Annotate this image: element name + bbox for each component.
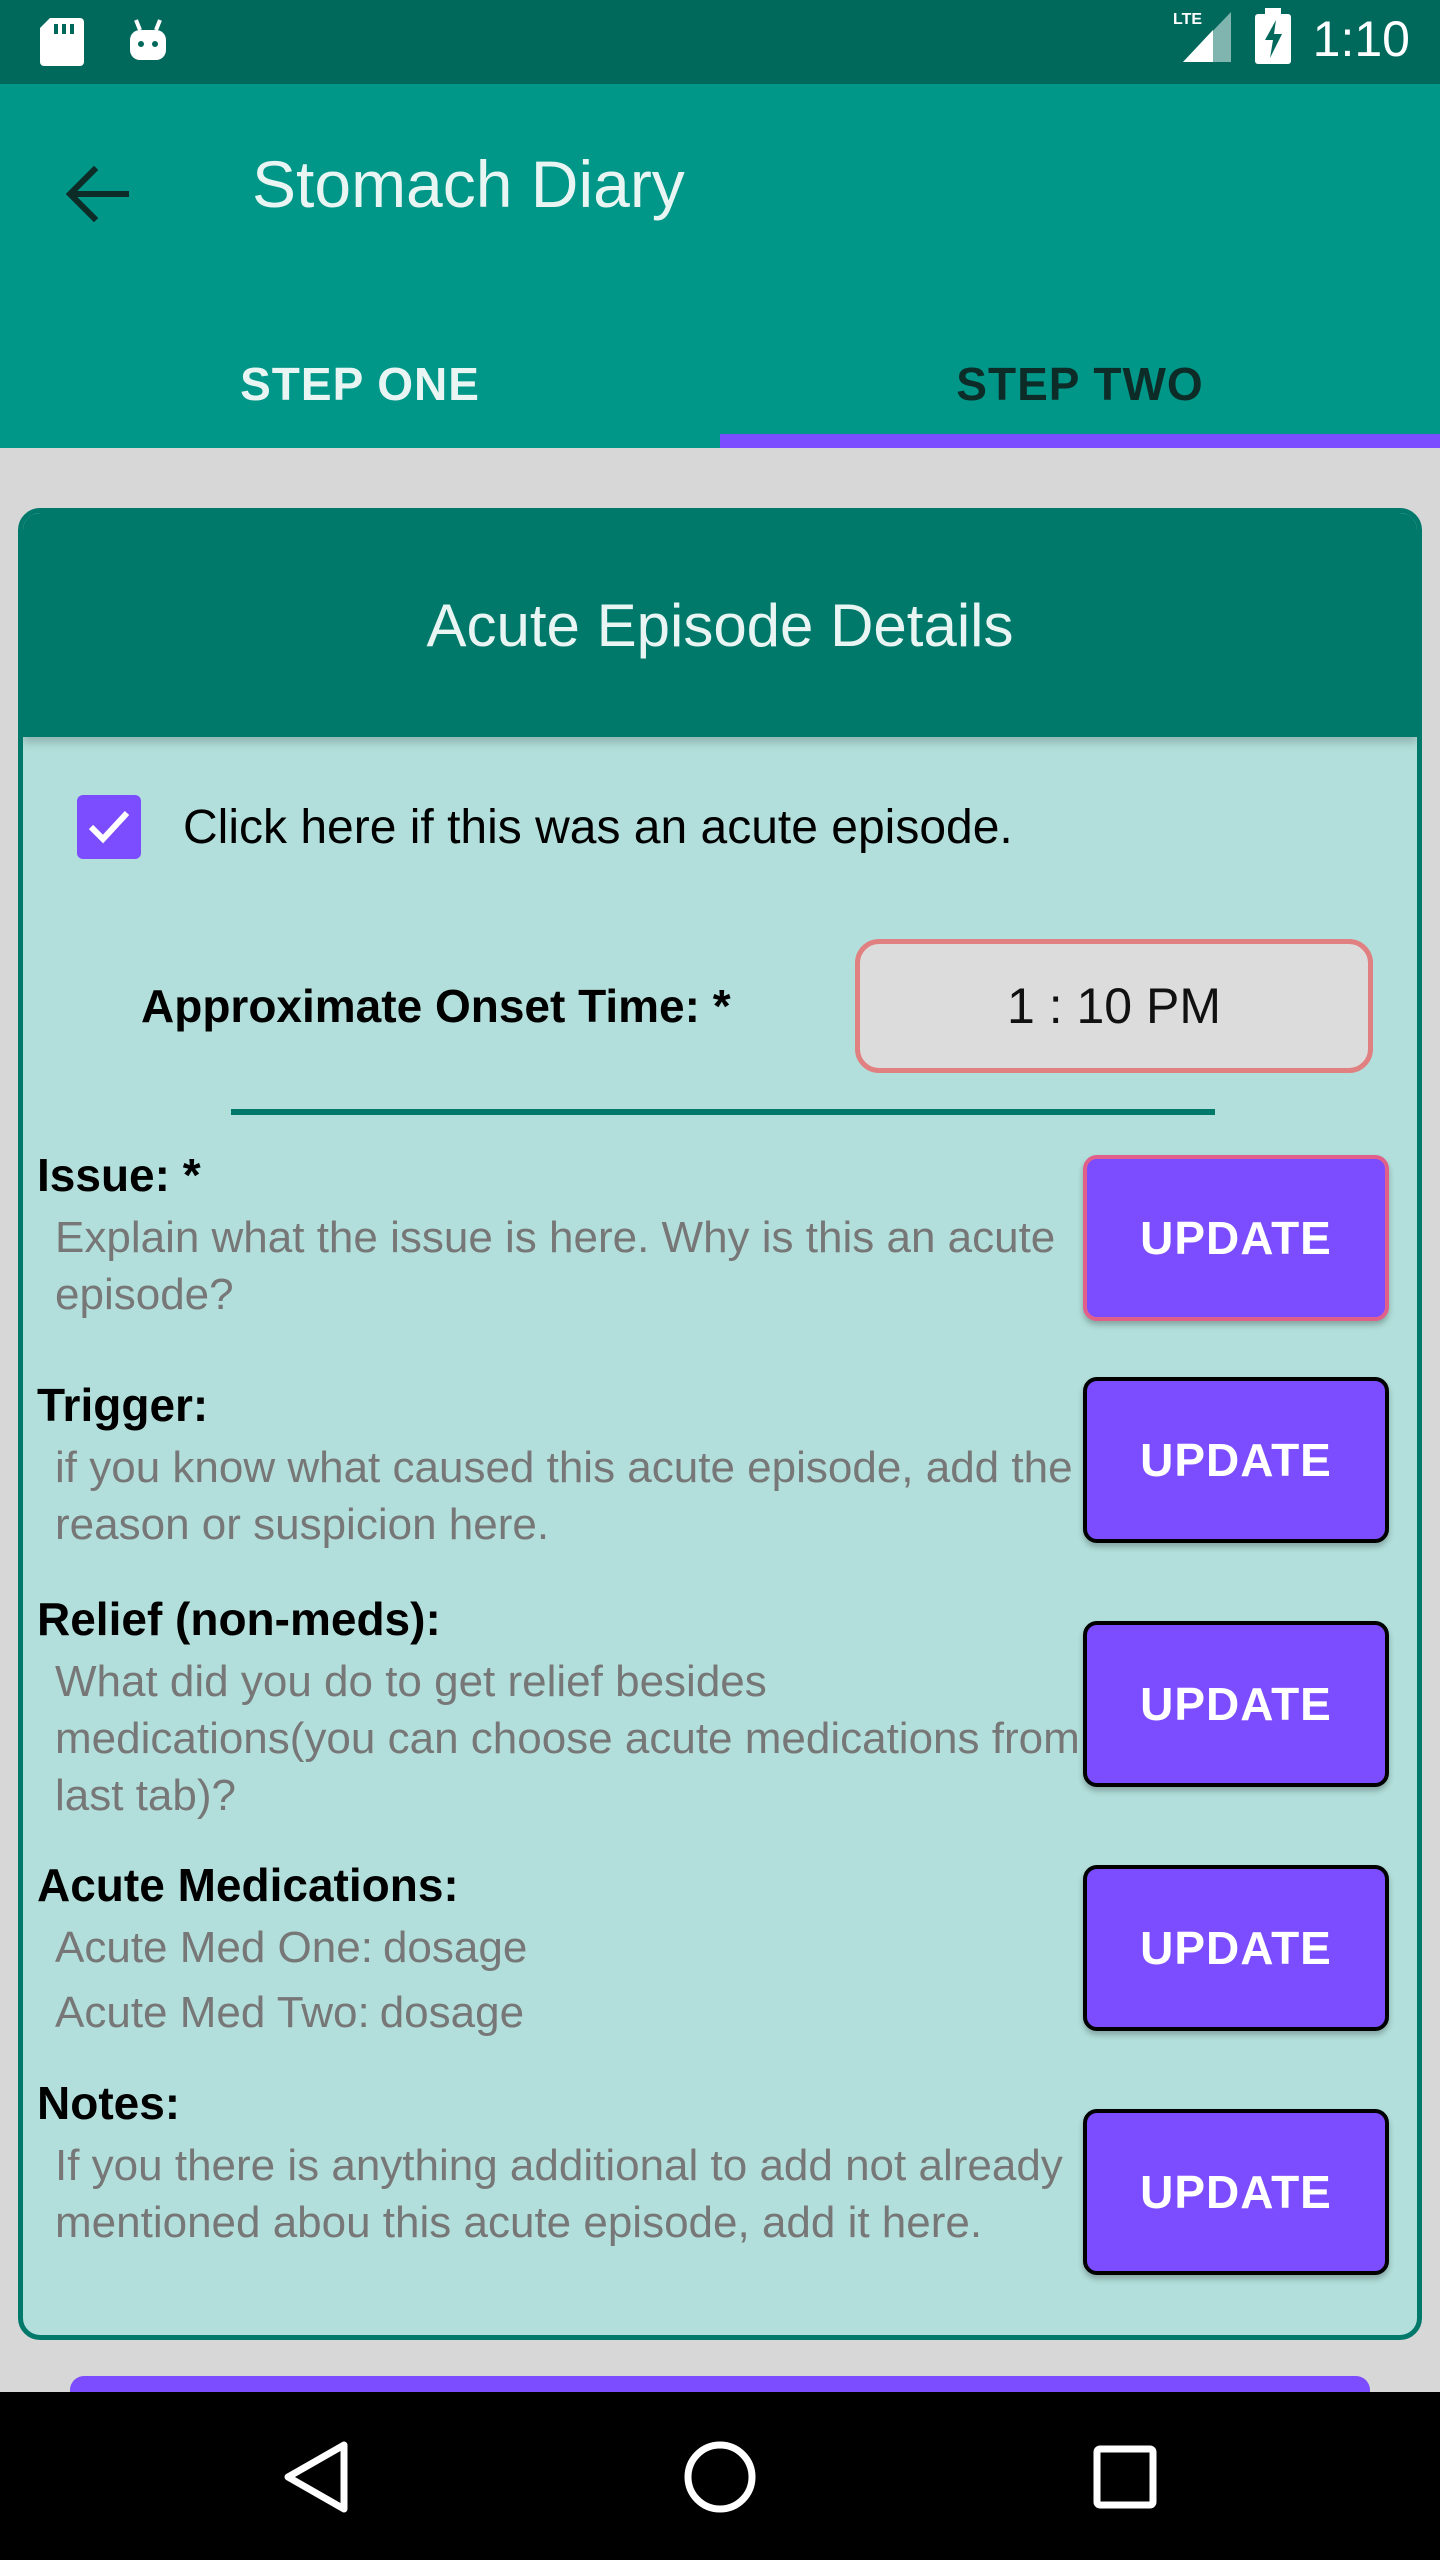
back-triangle-icon[interactable] [270, 2432, 360, 2522]
issue-update-button[interactable]: UPDATE [1083, 1155, 1389, 1321]
medications-section: Acute Medications: Acute Med One: dosage… [37, 1855, 1097, 2041]
relief-title: Relief (non-meds): [37, 1593, 441, 1645]
relief-update-button[interactable]: UPDATE [1083, 1621, 1389, 1787]
tab-step-two-label: STEP TWO [956, 358, 1204, 410]
medication-dosage: dosage [382, 1923, 528, 1972]
medications-update-button[interactable]: UPDATE [1083, 1865, 1389, 2031]
app-bar: Stomach Diary STEP ONE STEP TWO [0, 84, 1440, 448]
battery-charging-icon [1254, 8, 1291, 69]
home-circle-icon[interactable] [675, 2432, 765, 2522]
medication-name: Acute Med Two: [55, 1988, 370, 2037]
notes-text: If you there is anything additional to a… [55, 2141, 1063, 2247]
android-icon [126, 16, 170, 71]
notes-section: Notes: If you there is anything addition… [37, 2073, 1097, 2251]
medication-name: Acute Med One: [55, 1923, 373, 1972]
onset-time-picker[interactable]: 1 : 10 PM [855, 939, 1373, 1073]
relief-section: Relief (non-meds): What did you do to ge… [37, 1589, 1097, 1824]
recents-square-icon[interactable] [1080, 2432, 1170, 2522]
tab-indicator [720, 434, 1440, 448]
acute-checkbox-row[interactable]: Click here if this was an acute episode. [77, 795, 1013, 859]
divider [231, 1109, 1215, 1115]
trigger-text: if you know what caused this acute episo… [55, 1443, 1073, 1549]
trigger-update-button[interactable]: UPDATE [1083, 1377, 1389, 1543]
medication-dosage: dosage [379, 1988, 525, 2037]
issue-text: Explain what the issue is here. Why is t… [55, 1213, 1056, 1319]
tab-bar: STEP ONE STEP TWO [0, 320, 1440, 448]
medications-list: Acute Med One: dosage Acute Med Two: dos… [55, 1919, 1097, 2041]
tab-step-one[interactable]: STEP ONE [0, 320, 720, 448]
notes-title: Notes: [37, 2077, 181, 2129]
system-nav-bar [0, 2392, 1440, 2560]
notes-update-button[interactable]: UPDATE [1083, 2109, 1389, 2275]
trigger-title: Trigger: [37, 1379, 209, 1431]
acute-checkbox[interactable] [77, 795, 141, 859]
arrow-back-icon[interactable] [58, 154, 138, 234]
sd-card-icon [40, 16, 84, 71]
status-bar: LTE 1:10 [0, 0, 1440, 84]
lte-signal-icon: LTE [1173, 8, 1233, 69]
medications-title: Acute Medications: [37, 1859, 459, 1911]
acute-episode-card: Acute Episode Details Click here if this… [18, 508, 1422, 2340]
onset-time-label: Approximate Onset Time: * [141, 980, 731, 1032]
acute-checkbox-label: Click here if this was an acute episode. [183, 800, 1013, 854]
issue-section: Issue: * Explain what the issue is here.… [37, 1145, 1097, 1323]
svg-text:LTE: LTE [1173, 11, 1202, 28]
card-header: Acute Episode Details [23, 513, 1417, 737]
relief-text: What did you do to get relief besides me… [55, 1657, 1080, 1820]
clock: 1:10 [1312, 10, 1410, 67]
medication-item: Acute Med One: dosage [55, 1919, 1097, 1976]
app-title: Stomach Diary [252, 147, 685, 221]
trigger-section: Trigger: if you know what caused this ac… [37, 1375, 1097, 1553]
issue-title: Issue: * [37, 1149, 201, 1201]
tab-step-two[interactable]: STEP TWO [720, 320, 1440, 448]
medication-item: Acute Med Two: dosage [55, 1984, 1097, 2041]
